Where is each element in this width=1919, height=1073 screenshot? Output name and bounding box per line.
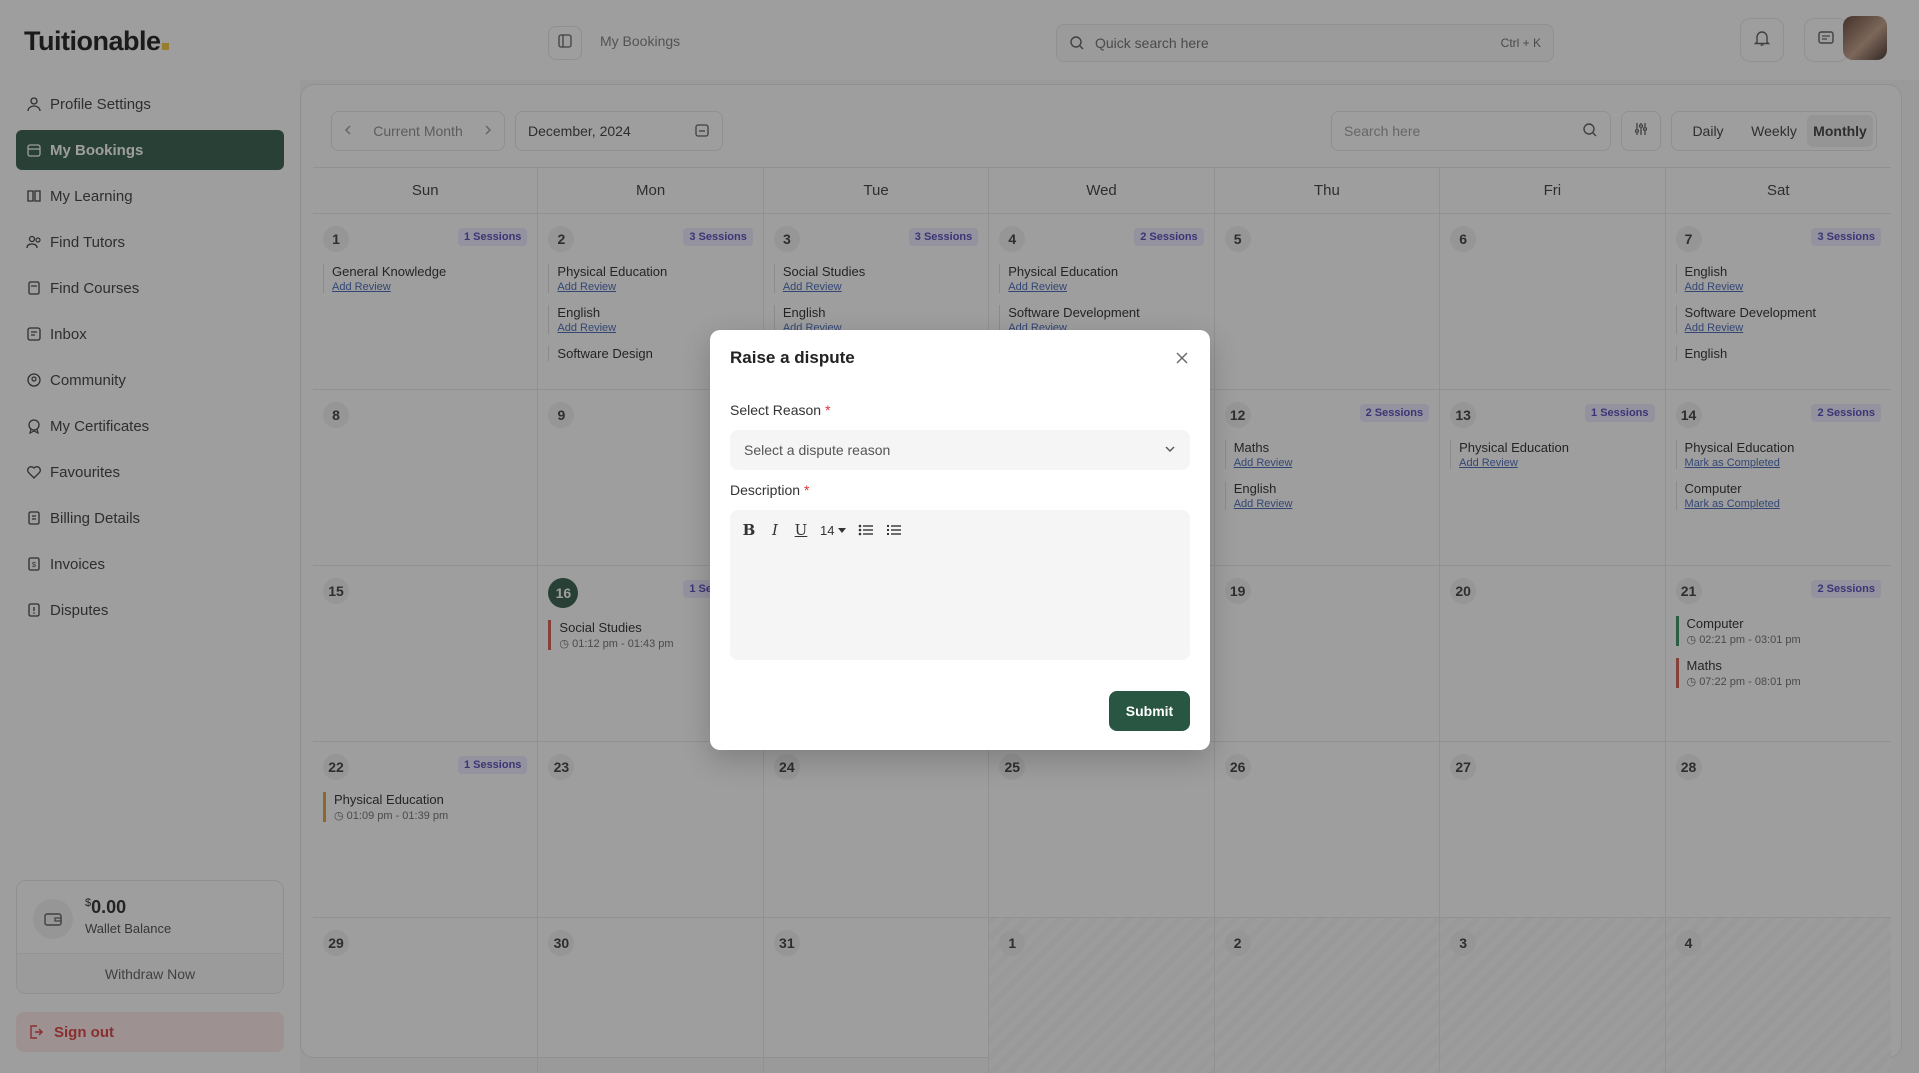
numbered-list-icon[interactable]	[886, 520, 902, 540]
modal-title: Raise a dispute	[730, 348, 855, 367]
dispute-reason-placeholder: Select a dispute reason	[744, 442, 891, 458]
description-editor: B I U 14	[730, 510, 1190, 660]
required-marker: *	[825, 402, 831, 418]
editor-toolbar: B I U 14	[742, 520, 902, 540]
chevron-down-icon	[1164, 442, 1176, 458]
close-icon	[1176, 348, 1188, 369]
submit-button[interactable]: Submit	[1109, 691, 1190, 731]
font-size-dropdown[interactable]: 14	[820, 520, 847, 540]
bold-button[interactable]: B	[742, 520, 756, 540]
bullet-list-icon[interactable]	[858, 520, 874, 540]
font-size-value: 14	[820, 522, 835, 538]
description-field-label: Description *	[730, 482, 809, 498]
caret-down-icon	[838, 526, 847, 534]
italic-button[interactable]: I	[768, 520, 782, 540]
reason-field-label: Select Reason *	[730, 402, 831, 418]
underline-button[interactable]: U	[794, 520, 808, 540]
description-label-text: Description	[730, 482, 801, 498]
reason-label-text: Select Reason	[730, 402, 822, 418]
description-text-area[interactable]	[742, 552, 1178, 650]
close-button[interactable]	[1172, 348, 1192, 368]
raise-dispute-modal: Raise a dispute Select Reason * Select a …	[710, 330, 1210, 750]
dispute-reason-select[interactable]: Select a dispute reason	[730, 430, 1190, 470]
required-marker: *	[804, 482, 810, 498]
